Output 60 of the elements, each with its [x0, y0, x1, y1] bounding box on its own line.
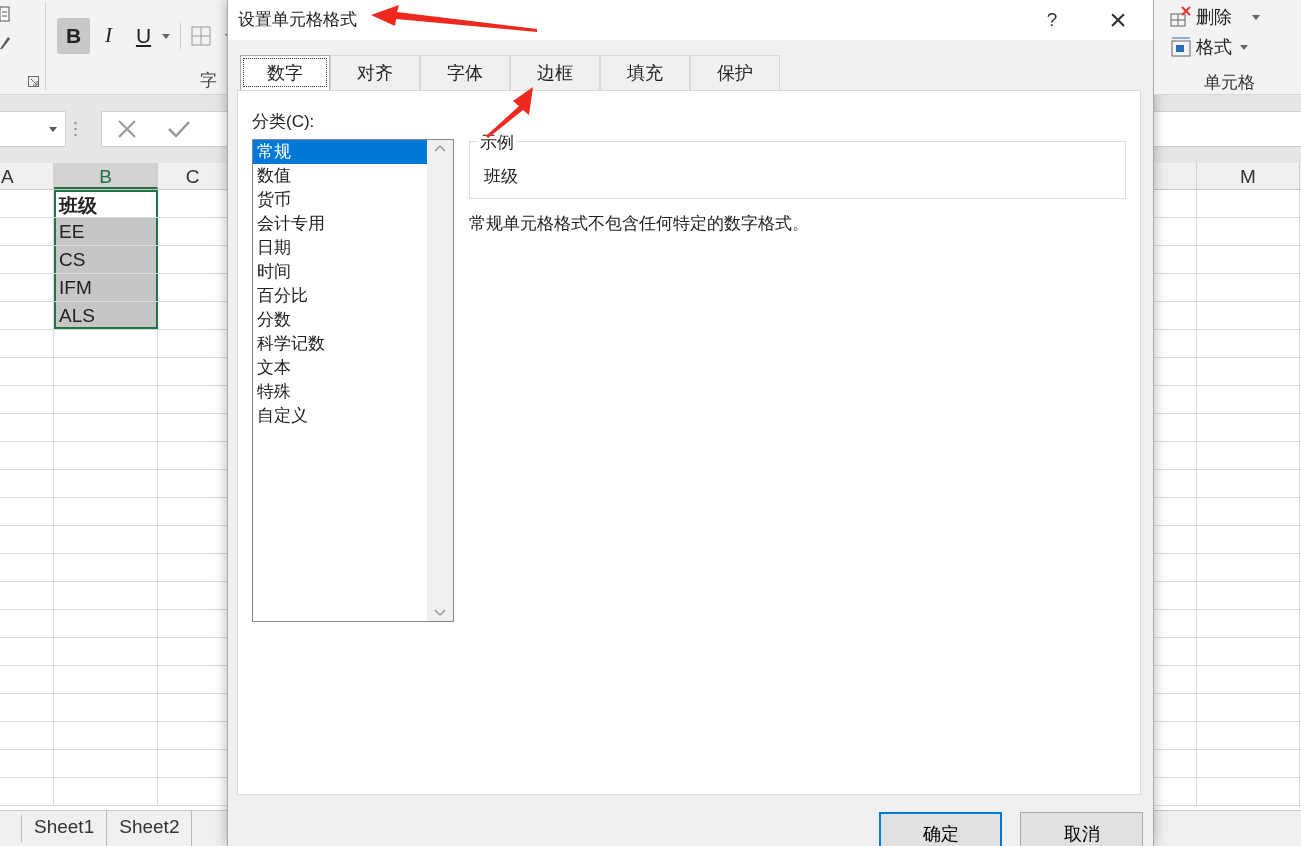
category-label: 分类(C): — [252, 111, 316, 133]
column-header[interactable]: B — [54, 163, 158, 189]
confirm-icon[interactable] — [168, 120, 190, 138]
dialog-tab[interactable]: 保护 — [690, 55, 780, 90]
scroll-up-icon[interactable] — [434, 143, 446, 152]
list-item[interactable]: 特殊 — [253, 379, 427, 404]
paste-icon[interactable] — [0, 5, 10, 23]
caret-icon — [49, 126, 57, 132]
sample-value: 班级 — [484, 167, 518, 186]
border-icon[interactable] — [191, 26, 211, 46]
grip-icon — [74, 121, 77, 137]
table-cell: CS — [54, 246, 158, 273]
formula-field[interactable] — [1154, 111, 1301, 147]
underline-button[interactable]: U — [127, 18, 160, 54]
bold-button[interactable]: B — [57, 18, 90, 54]
scrollbar[interactable] — [427, 139, 453, 621]
category-list[interactable]: 常规 数值 货币 会计专用 日期 时间 百分比 分数 科学记数 文本 特殊 自定义 — [252, 138, 454, 622]
ribbon-button[interactable]: 删除 — [1170, 2, 1301, 32]
dialog-launcher-icon[interactable] — [28, 76, 39, 87]
format-cells-icon — [1170, 36, 1192, 58]
close-button[interactable]: × — [1103, 5, 1133, 35]
dialog-tab[interactable]: 边框 — [510, 55, 600, 90]
list-item[interactable]: 分数 — [253, 307, 427, 332]
caret-icon — [1240, 44, 1248, 50]
list-item[interactable]: 数值 — [253, 163, 427, 188]
dialog-tab[interactable]: 对齐 — [330, 55, 420, 90]
list-item[interactable]: 常规 — [253, 139, 427, 164]
group-label: 单元格 — [1204, 72, 1256, 94]
table-cell: ALS — [54, 302, 158, 329]
sheet-tab[interactable]: Sheet1 — [22, 811, 108, 846]
list-item[interactable]: 科学记数 — [253, 331, 427, 356]
cancel-button[interactable]: 取消 — [1020, 812, 1143, 846]
dialog-tab[interactable]: 填充 — [600, 55, 690, 90]
list-item[interactable]: 货币 — [253, 187, 427, 212]
name-box[interactable] — [0, 111, 66, 147]
list-item[interactable]: 日期 — [253, 235, 427, 260]
group-label: 字 — [200, 70, 217, 92]
help-button[interactable]: ? — [1037, 5, 1067, 35]
column-header[interactable]: C — [158, 163, 227, 189]
caret-icon — [1252, 14, 1260, 20]
list-item[interactable]: 自定义 — [253, 403, 427, 428]
list-item[interactable]: 会计专用 — [253, 211, 427, 236]
list-item[interactable]: 文本 — [253, 355, 427, 380]
ribbon-button[interactable]: 格式 — [1170, 32, 1301, 62]
sheet-tab[interactable]: Sheet2 — [107, 811, 193, 846]
table-cell: IFM — [54, 274, 158, 301]
caret-icon[interactable] — [162, 33, 170, 39]
brush-icon[interactable] — [0, 35, 10, 49]
italic-button[interactable]: I — [92, 18, 125, 54]
format-description: 常规单元格格式不包含任何特定的数字格式。 — [469, 213, 810, 235]
list-item[interactable]: 百分比 — [253, 283, 427, 308]
ok-button[interactable]: 确定 — [879, 812, 1002, 846]
table-cell: EE — [54, 218, 158, 245]
dialog-title: 设置单元格格式 — [238, 9, 357, 32]
list-item[interactable]: 时间 — [253, 259, 427, 284]
delete-rows-icon — [1170, 6, 1192, 28]
scroll-down-icon[interactable] — [434, 608, 446, 617]
cancel-icon[interactable] — [118, 120, 136, 138]
dialog-tab[interactable]: 字体 — [420, 55, 510, 90]
dialog-tab[interactable]: 数字 — [240, 55, 330, 90]
